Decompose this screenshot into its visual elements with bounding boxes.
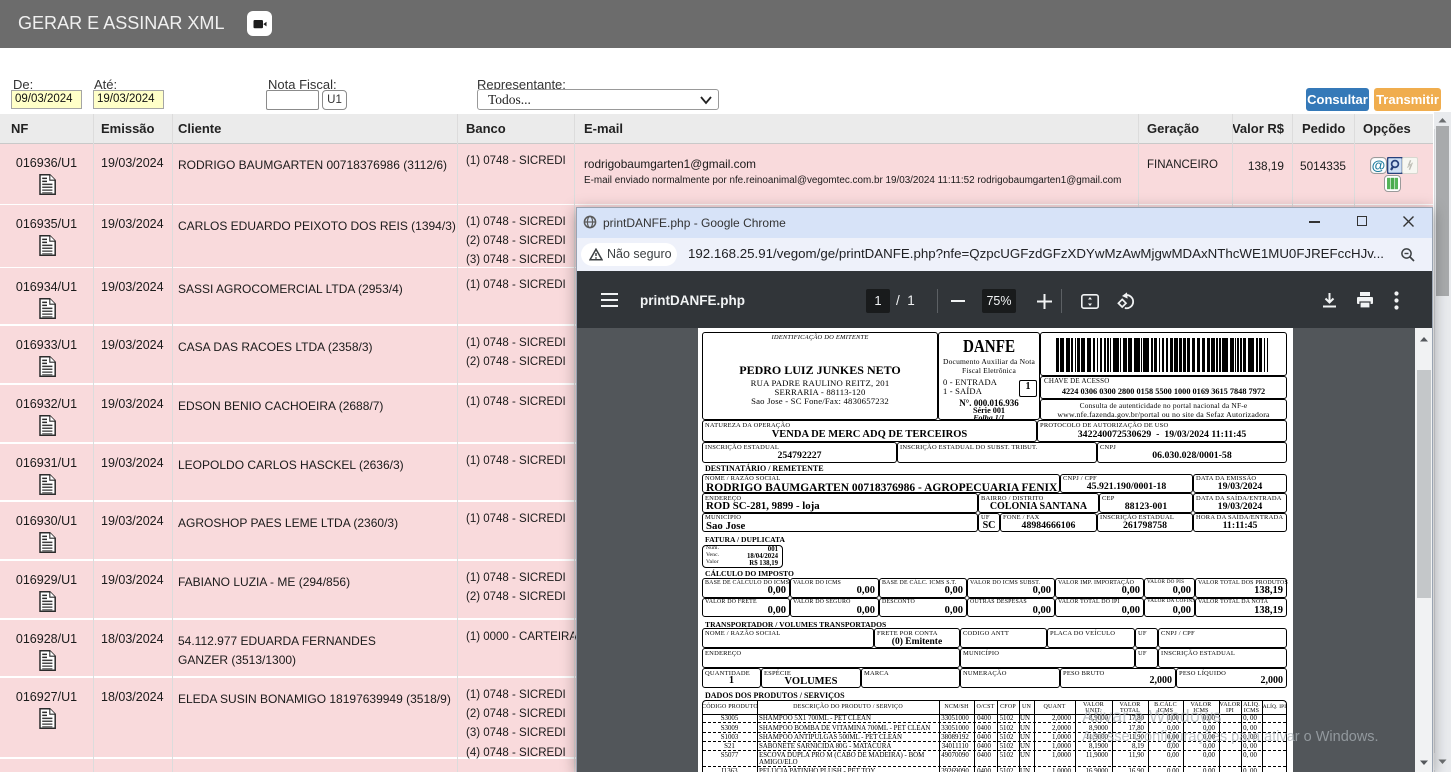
svg-text:@: @ (1372, 157, 1386, 173)
